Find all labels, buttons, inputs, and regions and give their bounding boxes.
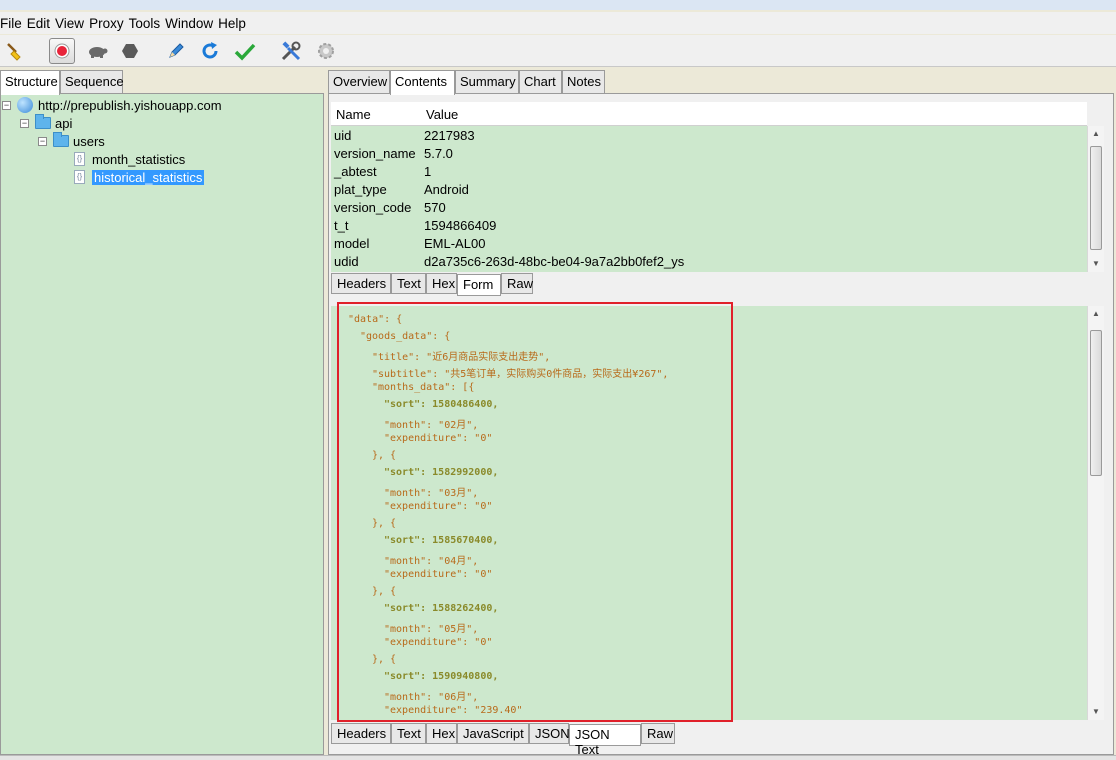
tab-resp-json[interactable]: JSON [529, 723, 570, 744]
table-header: Name Value [331, 102, 1087, 126]
tab-req-hex[interactable]: Hex [426, 273, 457, 294]
collapse-icon[interactable]: − [20, 118, 29, 128]
tab-req-text[interactable]: Text [391, 273, 426, 294]
record-icon[interactable] [49, 38, 75, 64]
tab-chart[interactable]: Chart [519, 70, 562, 94]
menu-proxy[interactable]: Proxy [89, 16, 129, 31]
tab-resp-text[interactable]: Text [391, 723, 426, 744]
menu-edit[interactable]: Edit [27, 16, 55, 31]
table-row[interactable]: version_code 570 [331, 199, 1087, 217]
refresh-icon[interactable] [197, 38, 223, 64]
check-icon[interactable] [232, 38, 258, 64]
folder-icon [53, 132, 69, 147]
collapse-icon[interactable]: − [2, 100, 11, 110]
tab-resp-headers[interactable]: Headers [331, 723, 391, 744]
column-header-value[interactable]: Value [426, 107, 458, 122]
structure-tree [0, 93, 324, 755]
toolbar [0, 35, 1116, 67]
tree-node-historical-statistics[interactable]: {} historical_statistics [74, 168, 205, 186]
right-tab-strip: Overview Contents Summary Chart Notes [328, 70, 1116, 95]
tab-contents[interactable]: Contents [390, 70, 455, 95]
tree-node-host[interactable]: − http://prepublish.yishouapp.com [2, 96, 222, 114]
tab-req-raw[interactable]: Raw [501, 273, 533, 294]
pen-icon[interactable] [163, 38, 189, 64]
column-header-name[interactable]: Name [336, 107, 371, 122]
menu-file[interactable]: File [0, 16, 27, 31]
scroll-thumb[interactable] [1090, 330, 1102, 476]
left-tab-strip: Structure Sequence [0, 70, 324, 95]
scroll-down-icon[interactable]: ▼ [1088, 704, 1104, 720]
folder-icon [35, 114, 51, 129]
tab-req-form[interactable]: Form [457, 274, 501, 296]
tab-notes[interactable]: Notes [562, 70, 605, 94]
file-label-selected: historical_statistics [92, 169, 205, 185]
broom-icon[interactable] [2, 38, 28, 64]
folder-label: users [73, 133, 105, 149]
tab-summary[interactable]: Summary [455, 70, 519, 94]
turtle-icon[interactable] [84, 38, 110, 64]
menu-help[interactable]: Help [218, 16, 251, 31]
collapse-icon[interactable]: − [38, 136, 47, 146]
scroll-up-icon[interactable]: ▲ [1088, 126, 1104, 142]
request-form-table: Name Value uid 2217983 version_name 5.7.0 … [331, 102, 1087, 272]
json-file-icon: {} [74, 152, 85, 166]
menu-view[interactable]: View [55, 16, 89, 31]
table-row[interactable]: version_name 5.7.0 [331, 145, 1087, 163]
table-row[interactable]: model EML-AL00 [331, 235, 1087, 253]
table-row[interactable]: udid d2a735c6-263d-48bc-be04-9a7a2bb0fef2… [331, 253, 1087, 271]
menu-bar: File Edit View Proxy Tools Window Help [0, 12, 1116, 34]
stop-hexagon-icon[interactable] [117, 38, 143, 64]
tree-node-month-statistics[interactable]: {} month_statistics [74, 150, 185, 168]
tab-req-headers[interactable]: Headers [331, 273, 391, 294]
globe-icon [17, 97, 33, 113]
tab-overview[interactable]: Overview [328, 70, 390, 94]
tree-node-api[interactable]: − api [20, 114, 72, 132]
host-label: http://prepublish.yishouapp.com [38, 97, 222, 113]
json-scrollbar[interactable]: ▲ ▼ [1087, 306, 1104, 720]
json-file-icon: {} [74, 170, 85, 184]
menu-window[interactable]: Window [165, 16, 218, 31]
scroll-up-icon[interactable]: ▲ [1088, 306, 1104, 322]
highlight-box [337, 302, 733, 722]
tab-resp-json-text[interactable]: JSON Text [569, 724, 641, 757]
folder-label: api [55, 115, 73, 131]
tab-resp-javascript[interactable]: JavaScript [457, 723, 529, 744]
table-row[interactable]: _abtest 1 [331, 163, 1087, 181]
table-row[interactable]: t_t 1594866409 [331, 217, 1087, 235]
table-row[interactable]: uid 2217983 [331, 127, 1087, 145]
status-bar [0, 755, 1116, 760]
settings-gear-icon[interactable] [313, 38, 339, 64]
tools-icon[interactable] [278, 38, 304, 64]
table-scrollbar[interactable]: ▲ ▼ [1087, 126, 1104, 272]
tab-sequence[interactable]: Sequence [60, 70, 124, 94]
tab-resp-raw[interactable]: Raw [641, 723, 675, 744]
scroll-thumb[interactable] [1090, 146, 1102, 250]
menu-tools[interactable]: Tools [129, 16, 166, 31]
tree-node-users[interactable]: − users [38, 132, 105, 150]
table-row[interactable]: plat_type Android [331, 181, 1087, 199]
response-view-tabs: Headers Text Hex JavaScript JSON JSON Te… [331, 723, 731, 757]
request-view-tabs: Headers Text Hex Form Raw [331, 273, 731, 296]
window-title-strip [0, 0, 1116, 10]
scroll-down-icon[interactable]: ▼ [1088, 256, 1104, 272]
tab-structure[interactable]: Structure [0, 70, 60, 95]
tab-resp-hex[interactable]: Hex [426, 723, 457, 744]
file-label: month_statistics [92, 151, 186, 167]
